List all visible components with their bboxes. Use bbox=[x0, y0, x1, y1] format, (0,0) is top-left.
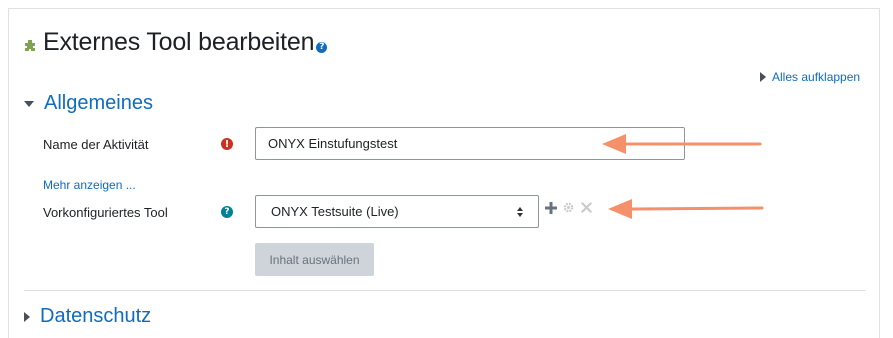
activity-name-label: Name der Aktivität bbox=[43, 137, 149, 152]
caret-right-icon bbox=[24, 311, 30, 322]
plus-icon[interactable] bbox=[545, 202, 557, 214]
caret-down-icon bbox=[24, 100, 34, 107]
activity-name-input[interactable] bbox=[255, 127, 685, 160]
section-general-header[interactable]: Allgemeines bbox=[24, 92, 153, 115]
page-frame bbox=[8, 8, 880, 338]
preconfigured-tool-selected: ONYX Testsuite (Live) bbox=[271, 204, 399, 219]
close-icon[interactable] bbox=[581, 202, 592, 213]
page-title: Externes Tool bearbeiten bbox=[43, 28, 315, 56]
caret-right-icon bbox=[760, 72, 766, 82]
show-more-link[interactable]: Mehr anzeigen ... bbox=[43, 178, 136, 192]
section-general-title: Allgemeines bbox=[44, 92, 153, 114]
title-help-icon[interactable]: ? bbox=[316, 41, 328, 53]
page-header: Externes Tool bearbeiten ? bbox=[22, 28, 328, 57]
preconfigured-tool-select[interactable]: ONYX Testsuite (Live) bbox=[255, 195, 539, 228]
section-privacy-header[interactable]: Datenschutz bbox=[24, 305, 151, 328]
required-icon: ! bbox=[221, 138, 233, 150]
puzzle-icon bbox=[25, 39, 35, 51]
select-content-button[interactable]: Inhalt auswählen bbox=[255, 243, 374, 276]
section-privacy-title: Datenschutz bbox=[40, 305, 152, 327]
expand-all-link[interactable]: Alles aufklappen bbox=[760, 70, 860, 84]
expand-all-label: Alles aufklappen bbox=[772, 70, 861, 84]
section-divider bbox=[24, 290, 866, 291]
gear-icon[interactable] bbox=[563, 202, 574, 213]
preconfigured-tool-label: Vorkonfiguriertes Tool bbox=[43, 205, 168, 220]
select-arrows-icon bbox=[517, 206, 523, 217]
tool-help-icon[interactable]: ? bbox=[221, 206, 233, 218]
